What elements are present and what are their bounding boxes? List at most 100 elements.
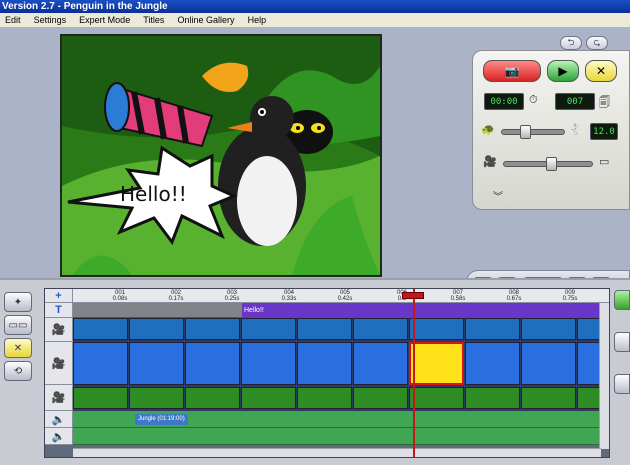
frame-thumbnail[interactable] [521,342,576,385]
sparkle-icon: ✦ [13,296,23,308]
thumb-bottom[interactable] [297,387,352,409]
ruler-tick: 001 0.08s [112,290,128,302]
title-clip[interactable]: Hello!! [242,303,601,318]
capture-frame-button[interactable]: 📷 [483,60,541,82]
film-track-icon[interactable]: 🎥 [45,342,73,385]
forward-arrow-icon: ⮎ [593,37,601,47]
animation-preview: Hello!! [60,34,382,277]
ruler-tick: 005 0.42s [337,290,353,302]
left-toolbox: ✦ ▭▭ ✕ ⟲ [4,292,34,384]
menu-expert-mode[interactable]: Expert Mode [74,13,135,28]
ruler-tick: 007 0.58s [450,290,466,302]
ruler-tick: 002 0.17s [168,290,184,302]
play-icon: ▶ [558,64,568,78]
ruler-tick: 004 0.33s [281,290,297,302]
frame-thumbnail[interactable] [353,342,408,385]
title-track-icon[interactable]: T [45,303,73,318]
back-arrow-icon: ⮌ [567,37,575,47]
thumb-bottom[interactable] [577,387,601,409]
add-track-icon[interactable]: + [45,289,73,303]
collapse-chevron-icon[interactable]: ︾ [493,188,503,203]
camera-onion-icon: 🎥 [483,156,497,168]
back-nav-button[interactable]: ⮌ [560,36,582,50]
window-titlebar: Version 2.7 - Penguin in the Jungle [0,0,630,13]
frame-thumbnail[interactable] [73,342,128,385]
thumb-top[interactable] [465,318,520,340]
timeline-horizontal-scrollbar[interactable] [73,448,601,457]
capture-control-panel: 📷 ▶ ✕ 00:00 ⏱ 007 🗐 🐢 🐇 12.0 🎥 ▭ ︾ [472,50,630,210]
speed-slider-thumb[interactable] [520,125,531,139]
timeline: 001 0.08s 002 0.17s 003 0.25s 004 0.33s 005 0… [44,288,610,458]
thumb-bottom[interactable] [521,387,576,409]
zoom-button[interactable] [614,332,630,352]
frame-thumbnail-selected[interactable] [409,342,464,385]
video-track [73,318,601,411]
play-preview-button[interactable]: ▶ [547,60,579,82]
timeline-vertical-scrollbar[interactable] [599,303,609,449]
workspace: Hello!! ⮌ ⮎ 📷 ▶ ✕ 00:00 ⏱ 007 🗐 🐢 🐇 12.0… [0,28,630,302]
thumb-top[interactable] [129,318,184,340]
thumb-top[interactable] [409,318,464,340]
menu-online-gallery[interactable]: Online Gallery [173,13,240,28]
scroll-button[interactable] [614,374,630,394]
ruler-tick: 003 0.25s [224,290,240,302]
thumb-top[interactable] [185,318,240,340]
camera-track-icon[interactable]: 🎥 [45,318,73,342]
thumb-top[interactable] [241,318,296,340]
menu-edit[interactable]: Edit [0,13,26,28]
thumb-bottom[interactable] [409,387,464,409]
timeline-ruler: 001 0.08s 002 0.17s 003 0.25s 004 0.33s 005 0… [45,289,609,303]
thumb-top[interactable] [353,318,408,340]
blank-frame-icon: ▭ [599,156,610,168]
speed-slider[interactable] [501,125,565,139]
loop-icon: ⟲ [13,365,23,377]
menu-bar: Edit Settings Expert Mode Titles Online … [0,13,630,28]
onion-skin-slider[interactable] [503,157,593,171]
timeline-area: ✦ ▭▭ ✕ ⟲ 001 0.08s 002 0.17s 003 0.25s 004 0… [0,278,630,465]
menu-help[interactable]: Help [243,13,272,28]
delete-frame-button[interactable]: ✕ [585,60,617,82]
frame-thumbnail[interactable] [297,342,352,385]
playhead[interactable] [413,289,415,457]
export-button[interactable] [614,290,630,310]
fps-display: 12.0 [590,123,618,140]
thumb-bottom[interactable] [185,387,240,409]
thumb-bottom[interactable] [241,387,296,409]
loop-button[interactable]: ⟲ [4,361,32,381]
split-icon: ▭▭ [8,319,28,331]
frame-thumbnail[interactable] [577,342,601,385]
thumb-top[interactable] [73,318,128,340]
menu-settings[interactable]: Settings [29,13,72,28]
thumb-top[interactable] [297,318,352,340]
thumb-top[interactable] [577,318,601,340]
rabbit-icon: 🐇 [569,124,583,136]
delete-clip-button[interactable]: ✕ [4,338,32,358]
time-display: 00:00 [484,93,524,110]
add-effect-button[interactable]: ✦ [4,292,32,312]
thumb-bottom[interactable] [73,387,128,409]
audio-track-2 [73,428,601,445]
thumb-bottom[interactable] [465,387,520,409]
split-view-button[interactable]: ▭▭ [4,315,32,335]
thumb-bottom[interactable] [129,387,184,409]
frame-thumbnail[interactable] [129,342,184,385]
stopwatch-icon: ⏱ [529,94,538,106]
frame-thumbnail[interactable] [185,342,240,385]
audio-track-1-icon[interactable]: 🔈 [45,411,73,428]
audio-clip-label[interactable]: Jungle (01:19:00) [135,414,188,425]
thumb-bottom[interactable] [353,387,408,409]
onion-skin-slider-thumb[interactable] [546,157,557,171]
delete-frame-icon: ✕ [595,64,607,78]
right-toolbox [614,290,630,416]
camera-track-icon[interactable]: 🎥 [45,385,73,411]
ruler-tick: 009 0.75s [562,290,578,302]
frame-count-display: 007 [555,93,595,110]
frame-thumbnail[interactable] [241,342,296,385]
speech-bubble-text: Hello!! [120,182,187,206]
audio-track-2-icon[interactable]: 🔈 [45,428,73,445]
thumb-top[interactable] [521,318,576,340]
forward-nav-button[interactable]: ⮎ [586,36,608,50]
frame-thumbnail[interactable] [465,342,520,385]
playhead-handle[interactable] [402,292,424,299]
menu-titles[interactable]: Titles [138,13,169,28]
